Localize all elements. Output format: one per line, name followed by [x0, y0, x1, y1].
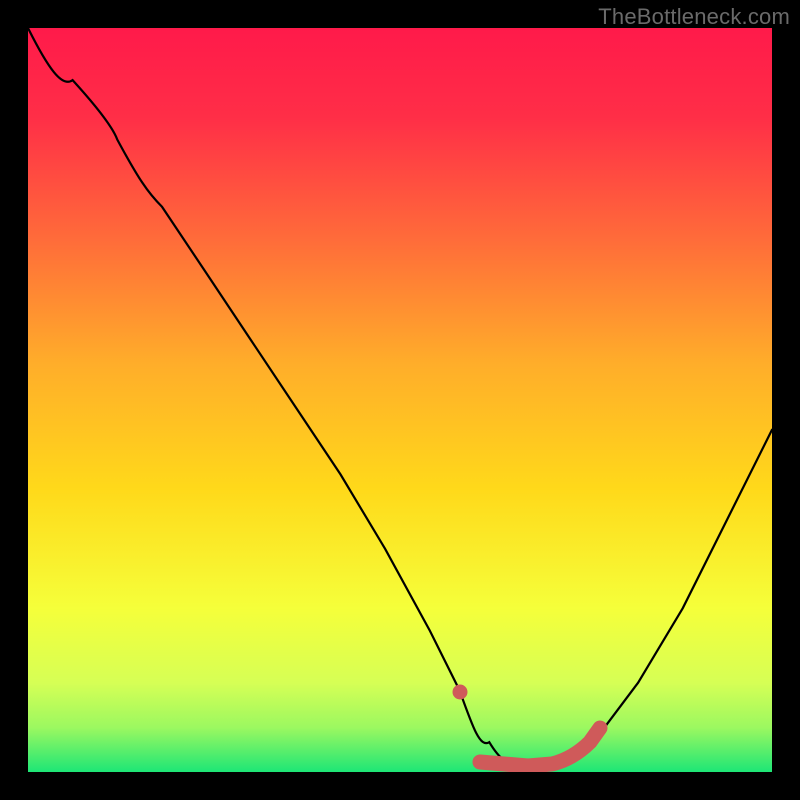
- chart-frame: TheBottleneck.com: [0, 0, 800, 800]
- flat-highlight-left-dot: [453, 685, 467, 699]
- chart-svg: [28, 28, 772, 772]
- gradient-background: [28, 28, 772, 772]
- plot-area: [28, 28, 772, 772]
- attribution-watermark: TheBottleneck.com: [598, 4, 790, 30]
